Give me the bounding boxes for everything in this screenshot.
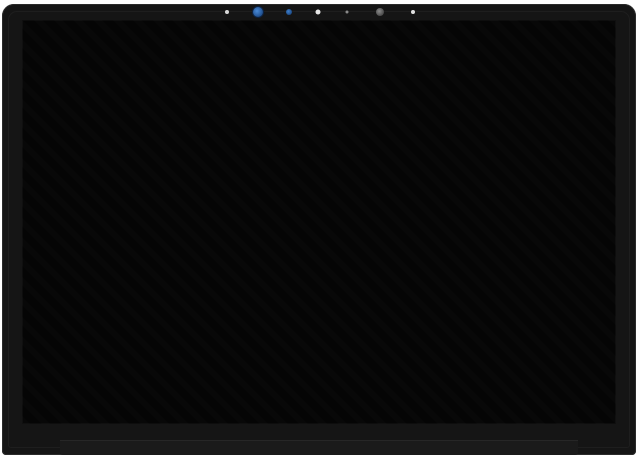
product-image xyxy=(0,0,640,459)
panel-bottom-tab xyxy=(60,440,578,455)
display-screen xyxy=(22,20,616,424)
lens-icon xyxy=(376,8,384,16)
ir-led-icon xyxy=(345,10,349,14)
proximity-sensor-icon xyxy=(411,10,415,14)
front-camera-icon xyxy=(286,9,292,15)
ambient-light-sensor-icon xyxy=(225,10,229,14)
camera-led-icon xyxy=(315,9,321,15)
ir-camera-icon xyxy=(253,7,263,17)
sensor-strip xyxy=(215,6,425,18)
